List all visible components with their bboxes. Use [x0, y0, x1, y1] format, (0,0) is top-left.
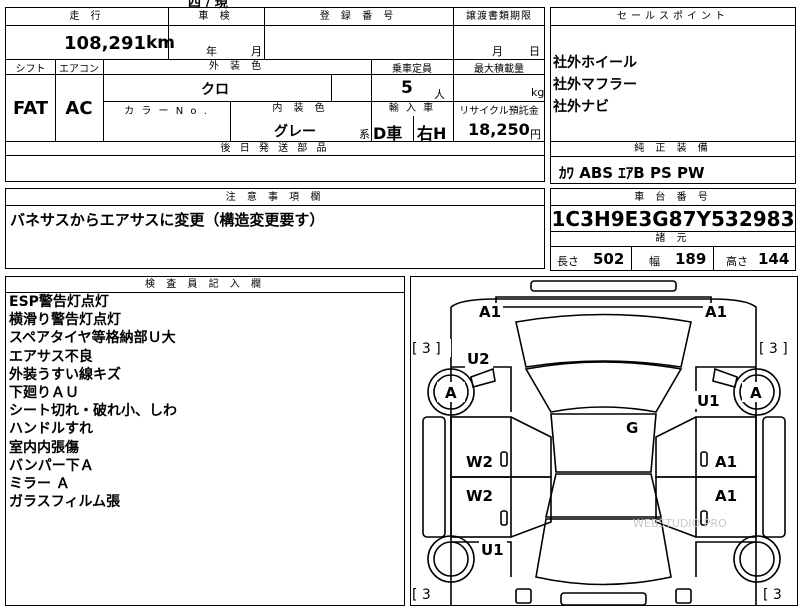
shift-value: FAT	[12, 98, 49, 119]
later-parts-label: 後 日 発 送 部 品	[220, 143, 330, 154]
tread-left-bottom: [ 3	[412, 587, 431, 603]
inspector-item: ミラー Ａ	[9, 476, 70, 493]
inspector-item: エアサス不良	[9, 348, 93, 365]
tread-right-top: [ 3 ]	[759, 341, 788, 357]
inspector-item: ハンドルすれ	[9, 421, 93, 438]
tread-left-top: [ 3 ]	[412, 341, 441, 357]
sales-point-2: 社外マフラー	[553, 77, 637, 93]
mark-left-fender: U2	[467, 350, 490, 368]
top-partial-text: 四 / 現	[188, 0, 228, 11]
transfer-month: 月	[492, 45, 503, 58]
car-diagram: A1 A1 U2 A A U1 G W2 A1 W2 A1 U1 [ 3 ] […	[411, 280, 797, 605]
inspection-label: 車 検	[198, 11, 234, 22]
height-value: 144	[758, 250, 790, 268]
exterior-color-value: クロ	[201, 82, 229, 98]
sales-point-1: 社外ホイール	[553, 55, 637, 71]
inspection-month: 月	[251, 45, 262, 58]
inspector-list: ESP警告灯点灯 横滑り警告灯点灯 スペアタイヤ等格納部Ｕ大 エアサス不良 外装…	[9, 293, 177, 511]
inspector-item: 横滑り警告灯点灯	[9, 312, 121, 329]
equipment-label: 純 正 装 備	[634, 143, 712, 154]
mark-roof: G	[626, 419, 638, 437]
sales-point-3: 社外ナビ	[553, 99, 609, 115]
capacity-label: 乗車定員	[392, 64, 432, 75]
capacity-value: 5	[401, 78, 413, 98]
inspector-item: ESP警告灯点灯	[9, 294, 109, 310]
chassis-box: 車 台 番 号 1C3H9E3G87Y532983 諸 元 長さ 502 幅 1…	[550, 188, 796, 271]
car-diagram-box: A1 A1 U2 A A U1 G W2 A1 W2 A1 U1 [ 3 ] […	[410, 276, 798, 606]
sales-point-label: セールスポイント	[617, 11, 729, 22]
inspector-item: バンパー下Ａ	[9, 457, 94, 474]
mileage-label: 走 行	[69, 11, 105, 22]
inspection-year: 年	[206, 45, 217, 58]
interior-color-value: グレー	[274, 124, 316, 140]
inspector-item: 外装うすい線キズ	[9, 366, 121, 383]
mileage-unit: km	[146, 33, 176, 53]
exterior-color-label: 外 装 色	[208, 61, 266, 72]
inspector-item: 室内内張傷	[9, 439, 79, 456]
inspector-item: シート切れ・破れ小、しわ	[9, 403, 177, 420]
watermark: WEBSTUDIO PRO	[633, 517, 727, 530]
chassis-label: 車 台 番 号	[634, 192, 712, 203]
transfer-day: 日	[529, 45, 540, 58]
mark-left-rear-door: W2	[466, 487, 493, 505]
mark-left-front-door: W2	[466, 453, 493, 471]
notes-text: バネサスからエアサスに変更（構造変更要す）	[10, 211, 325, 229]
capacity-unit: 人	[434, 88, 445, 101]
import-label: 輸 入 車	[388, 103, 436, 114]
inspector-label: 検 査 員 記 入 欄	[145, 279, 265, 290]
dimensions-label: 諸 元	[655, 233, 691, 244]
mark-left-rear-fender: U1	[481, 541, 504, 559]
mileage-value: 108,291	[64, 33, 146, 54]
height-label: 高さ	[726, 255, 748, 268]
vehicle-info-table: 走 行 車 検 登 録 番 号 譲渡書類期限 108,291 km 年 月 月 …	[5, 7, 545, 182]
recycle-label: リサイクル預託金	[459, 106, 539, 117]
tread-right-bottom: [ 3	[763, 587, 782, 603]
inspector-item: 下廻りＡＵ	[9, 385, 79, 402]
recycle-value: 18,250	[468, 120, 530, 139]
max-load-label: 最大積載量	[474, 64, 524, 75]
length-label: 長さ	[557, 255, 579, 268]
shift-label: シフト	[15, 64, 46, 75]
mark-tire-left-front: A	[445, 384, 457, 402]
mark-tire-right-front: A	[750, 384, 762, 402]
equipment-value: ｶﾜ ABS ｴｱB PS PW	[559, 164, 705, 182]
registration-label: 登 録 番 号	[319, 11, 398, 22]
inspector-box: 検 査 員 記 入 欄 ESP警告灯点灯 横滑り警告灯点灯 スペアタイヤ等格納部…	[5, 276, 405, 606]
notes-box: 注 意 事 項 欄 バネサスからエアサスに変更（構造変更要す）	[5, 188, 545, 269]
mark-right-front-door: A1	[715, 453, 737, 471]
notes-label: 注 意 事 項 欄	[225, 192, 325, 203]
max-load-unit: kg	[531, 86, 545, 99]
recycle-unit: 円	[530, 128, 541, 141]
interior-color-suffix: 系	[359, 128, 370, 141]
mark-front-left: A1	[479, 303, 501, 321]
mark-front-right: A1	[705, 303, 727, 321]
inspector-item: ガラスフィルム張	[9, 494, 121, 511]
length-value: 502	[593, 250, 625, 268]
transfer-deadline-label: 譲渡書類期限	[466, 11, 532, 22]
sales-point-box: セールスポイント 社外ホイール 社外マフラー 社外ナビ 純 正 装 備 ｶﾜ A…	[550, 7, 796, 184]
chassis-number: 1C3H9E3G87Y532983	[551, 207, 795, 231]
aircon-label: エアコン	[59, 64, 99, 75]
mark-right-rear-door: A1	[715, 487, 737, 505]
interior-color-label: 内 装 色	[272, 103, 329, 114]
inspector-item: スペアタイヤ等格納部Ｕ大	[9, 330, 176, 347]
color-no-label: カ ラ ー N o .	[124, 106, 209, 117]
mark-right-fender: U1	[697, 392, 720, 410]
width-value: 189	[675, 250, 707, 268]
width-label: 幅	[649, 255, 660, 268]
aircon-value: AC	[65, 98, 93, 119]
